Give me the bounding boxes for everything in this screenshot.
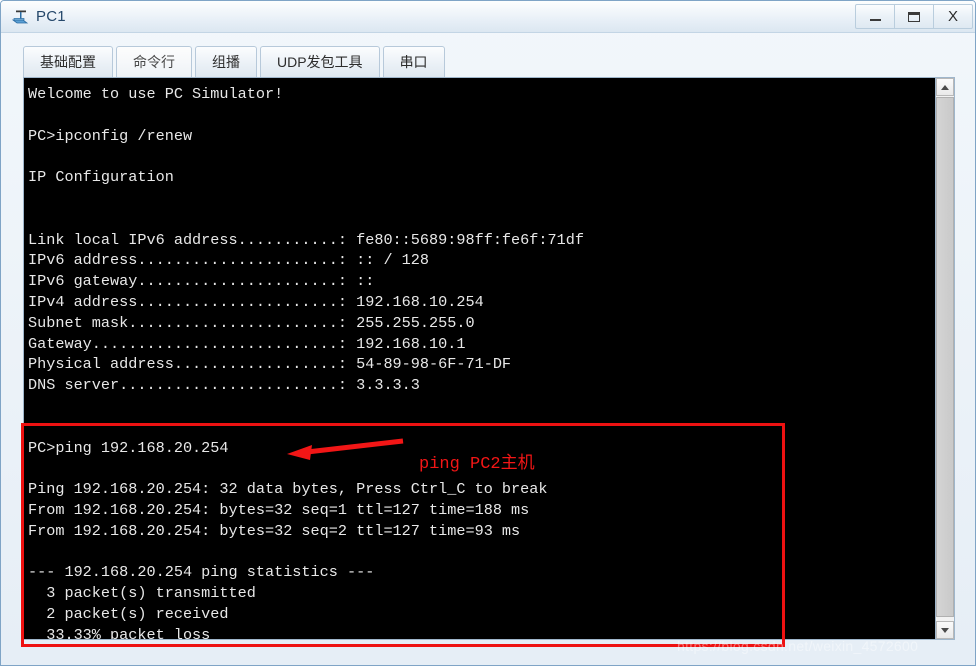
terminal-line: PC>ipconfig /renew — [28, 126, 193, 145]
tab-label: UDP发包工具 — [277, 54, 363, 70]
terminal-line: Physical address..................: 54-8… — [28, 355, 512, 374]
pc1-window: PC1 X 基础配置 命令行 组播 UDP发包工具 串口 Welcome to … — [0, 0, 976, 666]
watermark-text: https://blog.csdn.net/weixin_4572600 — [677, 638, 919, 654]
minimize-button[interactable] — [855, 4, 895, 29]
tab-strip: 基础配置 命令行 组播 UDP发包工具 串口 — [23, 45, 448, 77]
tab-label: 命令行 — [133, 54, 175, 70]
console-panel: Welcome to use PC Simulator! PC>ipconfig… — [23, 77, 955, 640]
terminal-line: From 192.168.20.254: bytes=32 seq=2 ttl=… — [28, 521, 521, 540]
terminal-line: From 192.168.20.254: bytes=32 seq=1 ttl=… — [28, 500, 530, 519]
ping-annotation-label: ping PC2主机 — [419, 455, 535, 474]
tab-label: 基础配置 — [40, 54, 96, 70]
terminal-line: 3 packet(s) transmitted — [28, 584, 256, 603]
terminal-line: IPv6 address......................: :: /… — [28, 251, 430, 270]
tab-label: 串口 — [399, 54, 428, 70]
tab-label: 组播 — [212, 54, 240, 70]
terminal-line: IP Configuration — [28, 168, 174, 187]
minimize-icon — [869, 19, 881, 21]
terminal-line: Link local IPv6 address...........: fe80… — [28, 230, 584, 249]
tab-multicast[interactable]: 组播 — [195, 46, 257, 77]
terminal-output[interactable]: Welcome to use PC Simulator! PC>ipconfig… — [24, 78, 936, 639]
tab-command-line[interactable]: 命令行 — [116, 46, 192, 77]
scrollbar-thumb[interactable] — [936, 97, 954, 617]
maximize-icon — [908, 11, 920, 22]
close-icon: X — [947, 8, 958, 25]
chevron-up-icon — [941, 84, 949, 90]
scroll-up-button[interactable] — [936, 78, 954, 96]
terminal-line: Gateway...........................: 192.… — [28, 334, 466, 353]
left-arrow-icon — [279, 435, 404, 474]
terminal-line: Ping 192.168.20.254: 32 data bytes, Pres… — [28, 480, 548, 499]
tab-serial-port[interactable]: 串口 — [382, 46, 445, 77]
pc-device-icon — [10, 7, 30, 27]
close-button[interactable]: X — [933, 4, 973, 29]
title-bar[interactable]: PC1 X — [1, 1, 975, 33]
tab-udp-packet-tool[interactable]: UDP发包工具 — [260, 46, 380, 77]
scroll-down-button[interactable] — [936, 621, 954, 639]
window-controls: X — [855, 4, 973, 29]
window-title: PC1 — [36, 8, 66, 25]
terminal-line: DNS server........................: 3.3.… — [28, 376, 420, 395]
terminal-line: Welcome to use PC Simulator! — [28, 85, 284, 103]
tab-basic-config[interactable]: 基础配置 — [23, 46, 113, 77]
terminal-line: IPv6 gateway......................: :: — [28, 272, 375, 291]
console-scrollbar[interactable] — [935, 78, 954, 639]
terminal-line: Subnet mask.......................: 255.… — [28, 313, 475, 332]
terminal-line: 2 packet(s) received — [28, 604, 229, 623]
terminal-line: 33.33% packet loss — [28, 625, 211, 639]
terminal-line: --- 192.168.20.254 ping statistics --- — [28, 563, 375, 582]
terminal-line: IPv4 address......................: 192.… — [28, 292, 484, 311]
maximize-button[interactable] — [894, 4, 934, 29]
chevron-down-icon — [941, 627, 949, 633]
